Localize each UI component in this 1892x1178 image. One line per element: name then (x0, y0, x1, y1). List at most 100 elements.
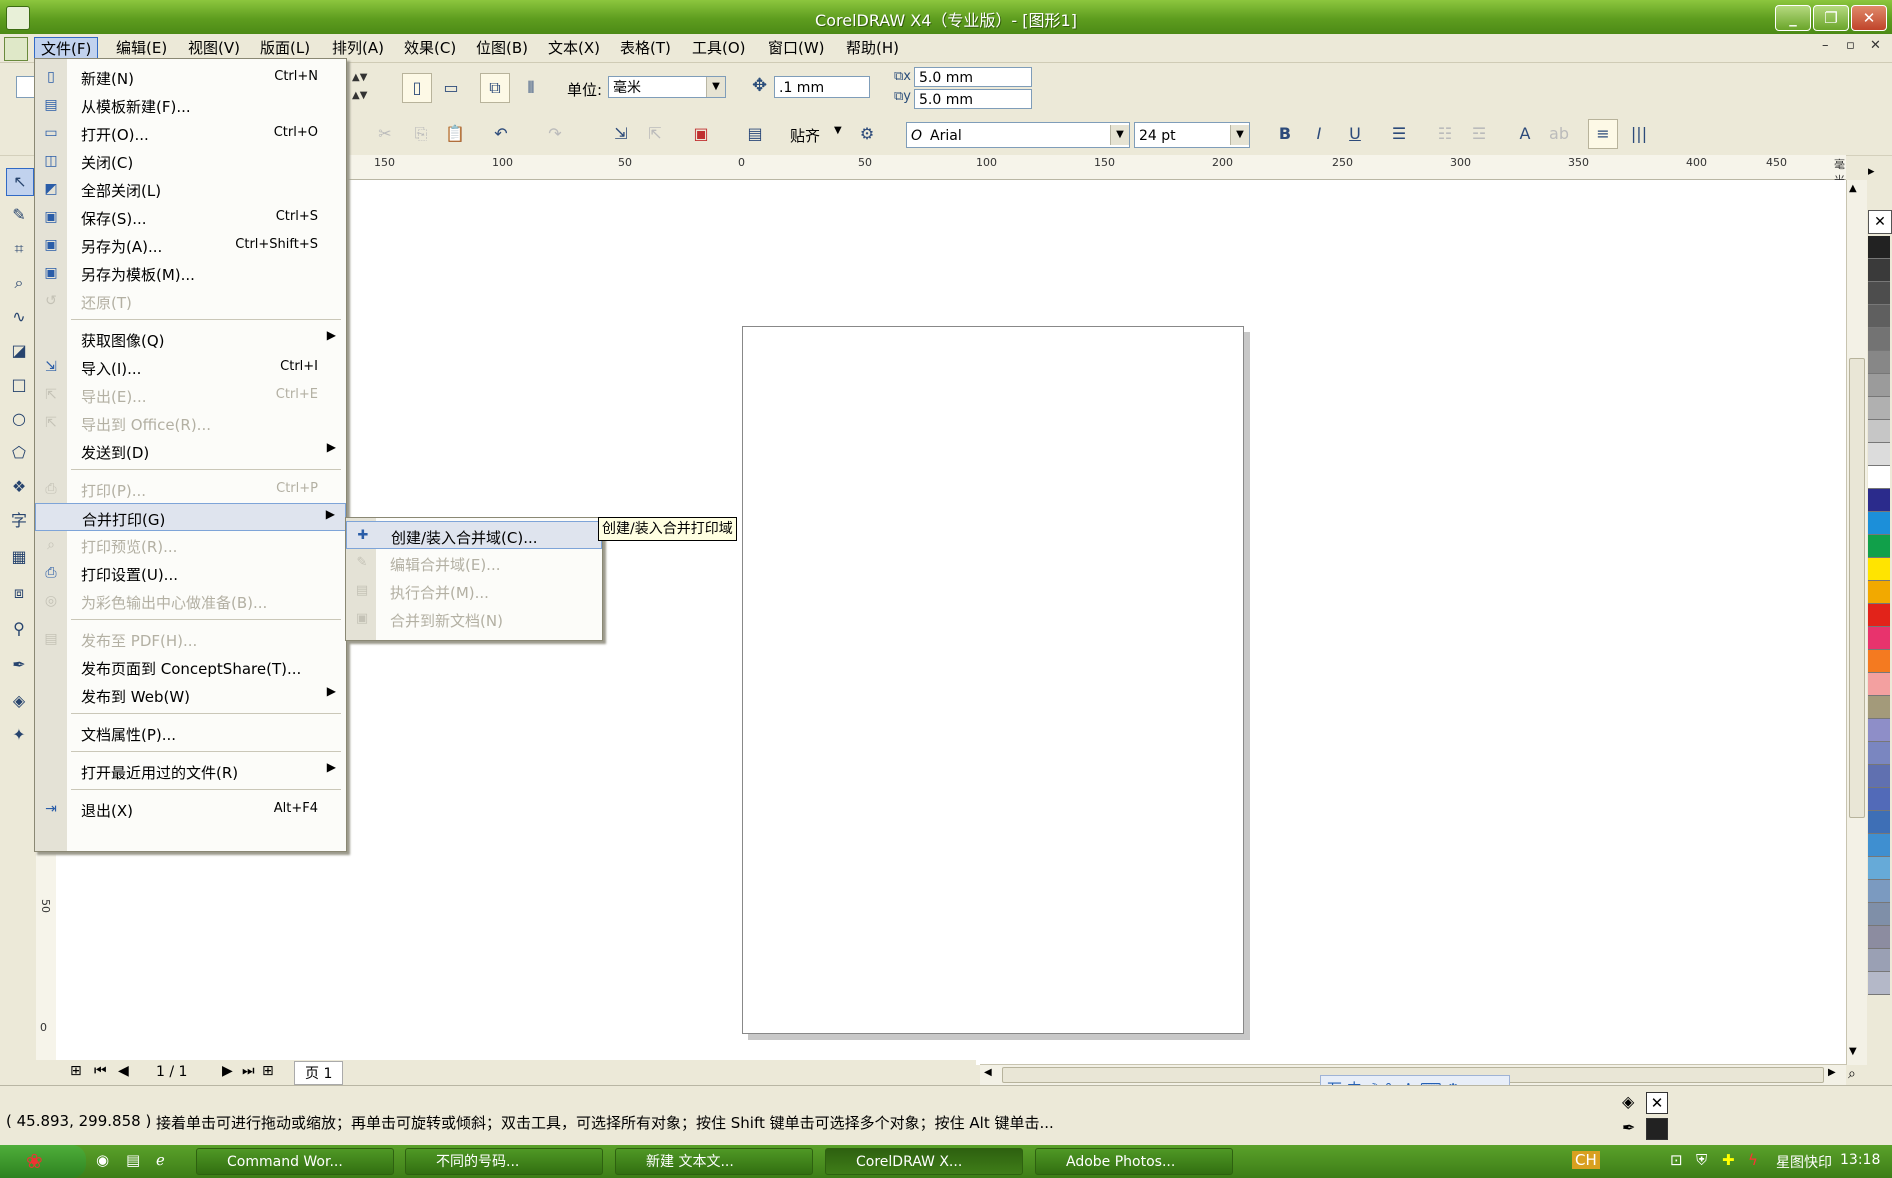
first-page-icon[interactable]: ⏮ (94, 1063, 107, 1079)
crop-tool-icon[interactable]: ⌗ (6, 236, 32, 262)
font-size-chevron-down-icon[interactable]: ▼ (1230, 125, 1249, 145)
color-swatch[interactable] (1868, 742, 1890, 765)
taskbar-item[interactable]: Adobe Photos... (1035, 1148, 1233, 1175)
language-icon[interactable]: CH (1572, 1151, 1600, 1169)
file-menu-item[interactable]: 发布页面到 ConceptShare(T)... (35, 653, 346, 681)
minimize-button[interactable]: _ (1775, 5, 1811, 31)
file-menu-item[interactable]: ◩ 全部关闭(L) (35, 175, 346, 203)
rectangle-tool-icon[interactable]: □ (6, 372, 32, 398)
color-swatch[interactable] (1868, 834, 1890, 857)
color-swatch[interactable] (1868, 627, 1890, 650)
color-swatch[interactable] (1868, 328, 1890, 351)
polygon-tool-icon[interactable]: ⬠ (6, 440, 32, 466)
add-page-before-icon[interactable]: ⊞ (70, 1063, 82, 1079)
cut-icon[interactable]: ✂ (370, 119, 400, 149)
scroll-down-icon[interactable]: ▼ (1849, 1046, 1857, 1057)
file-menu-item[interactable]: ▤ 从模板新建(F)... (35, 91, 346, 119)
size-spinners[interactable]: ▲▼ ▲▼ (352, 69, 382, 105)
file-menu-item[interactable]: 发布到 Web(W) ▶ (35, 681, 346, 709)
file-menu-item[interactable]: 合并打印(G) ▶ (35, 503, 346, 531)
font-list[interactable]: O Arial ▼ (906, 122, 1130, 148)
fill-none-icon[interactable]: ✕ (1646, 1092, 1668, 1114)
scroll-up-icon[interactable]: ▲ (1849, 183, 1857, 194)
taskbar-item[interactable]: 不同的号码... (405, 1148, 603, 1175)
palette-scroll-up-icon[interactable]: ▸ (1868, 164, 1875, 179)
color-swatch[interactable] (1868, 765, 1890, 788)
file-menu-item[interactable]: ⇥ 退出(X) Alt+F4 (35, 795, 346, 823)
taskbar-item[interactable]: 新建 文本文... (615, 1148, 813, 1175)
color-swatch[interactable] (1868, 351, 1890, 374)
file-menu-item[interactable]: ⇱ 导出到 Office(R)... (35, 409, 346, 437)
color-swatch[interactable] (1868, 282, 1890, 305)
color-swatch[interactable] (1868, 512, 1890, 535)
basic-shapes-tool-icon[interactable]: ❖ (6, 474, 32, 500)
color-swatch[interactable] (1868, 374, 1890, 397)
close-window-button[interactable]: ✕ (1851, 5, 1887, 31)
network-tray-icon[interactable]: ⊡ (1670, 1151, 1683, 1169)
taskbar-item[interactable]: Command Wor... (196, 1148, 394, 1175)
zoom-tool-icon[interactable]: ⌕ (6, 270, 32, 296)
drawing-page[interactable] (742, 326, 1244, 1034)
duplicate-x-field[interactable]: 5.0 mm (914, 67, 1032, 87)
scroll-right-icon[interactable]: ▶ (1828, 1067, 1836, 1078)
bullets-icon[interactable]: ☷ (1430, 119, 1460, 149)
color-swatch[interactable] (1868, 305, 1890, 328)
underline-icon[interactable]: U (1340, 119, 1370, 149)
all-pages-icon[interactable]: ⧉ (480, 73, 510, 103)
security-tray-icon[interactable]: ⛨ (1696, 1151, 1707, 1169)
no-color-swatch[interactable]: ✕ (1868, 210, 1892, 234)
bold-icon[interactable]: B (1270, 119, 1300, 149)
color-swatch[interactable] (1868, 673, 1890, 696)
menu-tools[interactable]: 工具(O) (686, 37, 752, 59)
copy-icon[interactable]: ⎘ (406, 119, 436, 149)
vertical-scroll-thumb[interactable] (1849, 358, 1865, 818)
menu-window[interactable]: 窗口(W) (762, 37, 831, 59)
ellipse-tool-icon[interactable]: ○ (6, 406, 32, 432)
menu-edit[interactable]: 编辑(E) (110, 37, 173, 59)
chevron-down-icon[interactable]: ▼ (706, 77, 725, 97)
next-page-icon[interactable]: ▶ (222, 1063, 233, 1079)
color-swatch[interactable] (1868, 972, 1890, 995)
text-tool-icon[interactable]: 字 (6, 508, 32, 534)
menu-bitmaps[interactable]: 位图(B) (470, 37, 534, 59)
paste-icon[interactable]: 📋 (440, 119, 470, 149)
color-swatch[interactable] (1868, 236, 1890, 259)
file-menu-item[interactable]: ⇱ 导出(E)... Ctrl+E (35, 381, 346, 409)
merge-submenu-item[interactable]: ✚ 创建/装入合并域(C)... (346, 521, 602, 549)
menu-table[interactable]: 表格(T) (614, 37, 677, 59)
menu-view[interactable]: 视图(V) (182, 37, 246, 59)
nudge-field[interactable]: .1 mm (774, 76, 870, 98)
ie-icon[interactable]: ℯ (156, 1151, 165, 1169)
interactive-fill-tool-icon[interactable]: ✦ (6, 722, 32, 748)
file-menu-item[interactable]: ▯ 新建(N) Ctrl+N (35, 63, 346, 91)
merge-submenu-item[interactable]: ▤ 执行合并(M)... (346, 577, 602, 605)
color-swatch[interactable] (1868, 420, 1890, 443)
color-swatch[interactable] (1868, 397, 1890, 420)
color-swatch[interactable] (1868, 880, 1890, 903)
document-icon[interactable] (4, 37, 28, 61)
font-chevron-down-icon[interactable]: ▼ (1110, 125, 1129, 145)
file-menu-item[interactable]: ▭ 打开(O)... Ctrl+O (35, 119, 346, 147)
freehand-tool-icon[interactable]: ∿ (6, 304, 32, 330)
file-menu-item[interactable]: ⌕ 打印预览(R)... (35, 531, 346, 559)
character-format-icon[interactable]: A (1510, 119, 1540, 149)
page-tab[interactable]: 页 1 (294, 1061, 344, 1085)
file-menu-item[interactable]: ⎙ 打印设置(U)... (35, 559, 346, 587)
doc-close-icon[interactable]: ✕ (1870, 38, 1881, 53)
file-menu-item[interactable]: 获取图像(Q) ▶ (35, 325, 346, 353)
unit-select[interactable]: 毫米 ▼ (608, 76, 726, 98)
color-swatch[interactable] (1868, 903, 1890, 926)
file-menu-item[interactable]: ◎ 为彩色输出中心做准备(B)... (35, 587, 346, 615)
file-menu-item[interactable]: 打开最近用过的文件(R) ▶ (35, 757, 346, 785)
update-tray-icon[interactable]: ✚ (1722, 1151, 1735, 1169)
file-menu-item[interactable]: 发送到(D) ▶ (35, 437, 346, 465)
snap-chevron-down-icon[interactable]: ▼ (834, 125, 842, 136)
horizontal-text-icon[interactable]: ≡ (1588, 119, 1618, 149)
vertical-scrollbar[interactable]: ▲ ▼ (1846, 180, 1867, 1065)
menu-text[interactable]: 文本(X) (542, 37, 606, 59)
fill-tool-icon[interactable]: ◈ (6, 688, 32, 714)
color-swatch[interactable] (1868, 857, 1890, 880)
outline-indicator-icon[interactable]: ✒ (1622, 1118, 1635, 1137)
color-swatch[interactable] (1868, 535, 1890, 558)
start-button[interactable]: ❀ (0, 1145, 86, 1178)
